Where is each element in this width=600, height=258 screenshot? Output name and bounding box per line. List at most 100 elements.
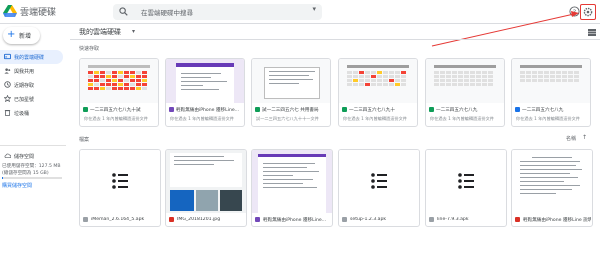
- new-button-label: 新增: [19, 33, 32, 40]
- new-button[interactable]: + 新增: [3, 27, 40, 44]
- docs-icon: [515, 107, 520, 112]
- image-file-icon: [169, 217, 174, 222]
- sidebar-item-label: 我的雲端硬碟: [14, 55, 45, 61]
- file-thumbnail: [252, 59, 330, 103]
- app-brand[interactable]: 雲端硬碟: [20, 5, 56, 18]
- sidebar-item-shared[interactable]: 與我共用: [0, 64, 68, 78]
- svg-text:?: ?: [573, 8, 576, 16]
- storage-progress-bar: [2, 177, 62, 179]
- main-content: 我的雲端硬碟 ▾ 快速存取 一二三四五六七八九十試 你在過去 1 年內曾編輯過這…: [70, 24, 600, 258]
- grid-view-icon[interactable]: [588, 29, 596, 36]
- file-thumbnail: [339, 150, 419, 213]
- file-subtitle: 你在過去 1 年內曾編輯過這份文件: [516, 116, 580, 121]
- trash-icon: [4, 110, 11, 116]
- buy-storage-link[interactable]: 購買儲存空間: [2, 182, 32, 189]
- sidebar-divider: [0, 145, 66, 146]
- file-subtitle: 你在過去 1 年內曾編輯過這份文件: [430, 116, 494, 121]
- file-thumbnail: [512, 150, 592, 213]
- file-name: IMG_20181201.jpg: [177, 217, 221, 222]
- search-icon[interactable]: [119, 7, 128, 16]
- quick-access-card[interactable]: 試一二三四五六七 共用書局 試一二三四五六七八九十十一文件: [251, 58, 331, 127]
- sidebar-item-starred[interactable]: 已加星號: [0, 92, 68, 106]
- file-card[interactable]: 輕鬆無痛由iPhone 遷移Line...: [251, 149, 333, 227]
- file-thumbnail: [426, 150, 506, 213]
- sidebar-item-storage[interactable]: 儲存空間: [0, 149, 68, 161]
- sidebar-item-label: 與我共用: [14, 69, 35, 75]
- file-card[interactable]: line-7.9.3.apk: [425, 149, 507, 227]
- search-bar[interactable]: 在雲端硬碟中搜尋 ▾: [113, 4, 322, 20]
- page-title[interactable]: 我的雲端硬碟: [79, 27, 121, 37]
- apk-file-icon: [342, 217, 347, 222]
- quick-access-card[interactable]: 一二三四五六七八九十 你在過去 1 年內曾編輯過這份文件: [338, 58, 418, 127]
- file-name: setup-1.2.3.apk: [350, 217, 387, 222]
- list-icon: [371, 173, 387, 189]
- file-name: iMeman_2.6.164_5.apk: [91, 217, 145, 222]
- storage-usage-text: 已使用儲存空間：127.5 MB (總儲存空間為 15 GB): [2, 164, 61, 176]
- search-options-icon[interactable]: ▾: [312, 5, 316, 13]
- file-name: line-7.9.3.apk: [437, 217, 469, 222]
- clock-icon: [4, 81, 11, 88]
- top-bar: 雲端硬碟 在雲端硬碟中搜尋 ▾ ?: [0, 0, 600, 24]
- shared-icon: [4, 68, 11, 74]
- quick-access-card[interactable]: 輕鬆無痛由iPhone 遷移Line... 你在過去 1 年內曾編輯過這份文件: [165, 58, 245, 127]
- quick-access-card[interactable]: 一二三四五六七八九十試 你在過去 1 年內曾編輯過這份文件: [79, 58, 159, 127]
- sidebar: + 新增 我的雲端硬碟 與我共用 近期存取 已加星號 垃圾桶 儲存空間 已使用儲…: [0, 24, 68, 258]
- sidebar-item-label: 已加星號: [14, 97, 35, 103]
- cloud-icon: [4, 153, 11, 159]
- list-icon: [458, 173, 474, 189]
- files-section-label: 檔案: [79, 137, 90, 143]
- file-card[interactable]: setup-1.2.3.apk: [338, 149, 420, 227]
- star-icon: [4, 95, 11, 102]
- drive-icon: [4, 53, 11, 60]
- quick-access-card[interactable]: 一二三四五六七八九 你在過去 1 年內曾編輯過這份文件: [511, 58, 591, 127]
- file-name: 一二三四五六七八九十試: [90, 108, 141, 113]
- sheets-icon: [255, 107, 260, 112]
- arrow-up-icon[interactable]: ↑: [582, 134, 587, 141]
- drive-logo-icon: [3, 5, 17, 17]
- gear-icon[interactable]: [583, 7, 593, 17]
- sheets-icon: [342, 107, 347, 112]
- file-name: 輕鬆無痛由iPhone 遷移Line 說明.docx: [523, 218, 591, 223]
- sidebar-nav: 我的雲端硬碟 與我共用 近期存取 已加星號 垃圾桶: [0, 50, 68, 120]
- file-name: 一二三四五六七八九: [522, 108, 564, 113]
- quick-access-card[interactable]: 一二三四五六七八九 你在過去 1 年內曾編輯過這份文件: [425, 58, 505, 127]
- forms-icon: [169, 107, 174, 112]
- file-thumbnail: [80, 59, 158, 103]
- chevron-down-icon[interactable]: ▾: [132, 28, 135, 35]
- forms-icon: [255, 217, 260, 222]
- file-thumbnail: [252, 150, 332, 213]
- apk-file-icon: [83, 217, 88, 222]
- plus-icon: +: [7, 29, 16, 40]
- sort-by-name[interactable]: 名稱: [566, 135, 576, 142]
- apk-file-icon: [429, 217, 434, 222]
- file-subtitle: 試一二三四五六七八九十十一文件: [256, 116, 319, 121]
- storage-progress-fill: [2, 177, 3, 179]
- file-card[interactable]: IMG_20181201.jpg: [165, 149, 247, 227]
- file-subtitle: 你在過去 1 年內曾編輯過這份文件: [84, 116, 148, 121]
- list-icon: [112, 173, 128, 189]
- sidebar-item-label: 近期存取: [14, 83, 35, 89]
- help-icon[interactable]: ?: [569, 6, 580, 17]
- file-subtitle: 你在過去 1 年內曾編輯過這份文件: [343, 116, 407, 121]
- file-thumbnail: [166, 59, 244, 103]
- settings-button[interactable]: [580, 4, 596, 20]
- doc-file-icon: [515, 217, 520, 222]
- storage-label: 儲存空間: [14, 154, 35, 160]
- file-name: 輕鬆無痛由iPhone 遷移Line...: [176, 108, 240, 113]
- file-thumbnail: [512, 59, 590, 103]
- file-thumbnail: [339, 59, 417, 103]
- sidebar-item-trash[interactable]: 垃圾桶: [0, 106, 68, 120]
- file-card[interactable]: 輕鬆無痛由iPhone 遷移Line 說明.docx: [511, 149, 593, 227]
- file-thumbnail: [80, 150, 160, 213]
- file-subtitle: 你在過去 1 年內曾編輯過這份文件: [170, 116, 234, 121]
- sidebar-item-recent[interactable]: 近期存取: [0, 78, 68, 92]
- header-divider: [70, 39, 600, 40]
- sidebar-item-label: 垃圾桶: [14, 111, 30, 117]
- file-thumbnail: [426, 59, 504, 103]
- sidebar-item-my-drive[interactable]: 我的雲端硬碟: [0, 50, 63, 64]
- file-name: 一二三四五六七八九: [436, 108, 478, 113]
- file-card[interactable]: iMeman_2.6.164_5.apk: [79, 149, 161, 227]
- file-name: 一二三四五六七八九十: [349, 108, 395, 113]
- file-name: 輕鬆無痛由iPhone 遷移Line...: [263, 218, 327, 223]
- search-input[interactable]: 在雲端硬碟中搜尋: [141, 7, 193, 17]
